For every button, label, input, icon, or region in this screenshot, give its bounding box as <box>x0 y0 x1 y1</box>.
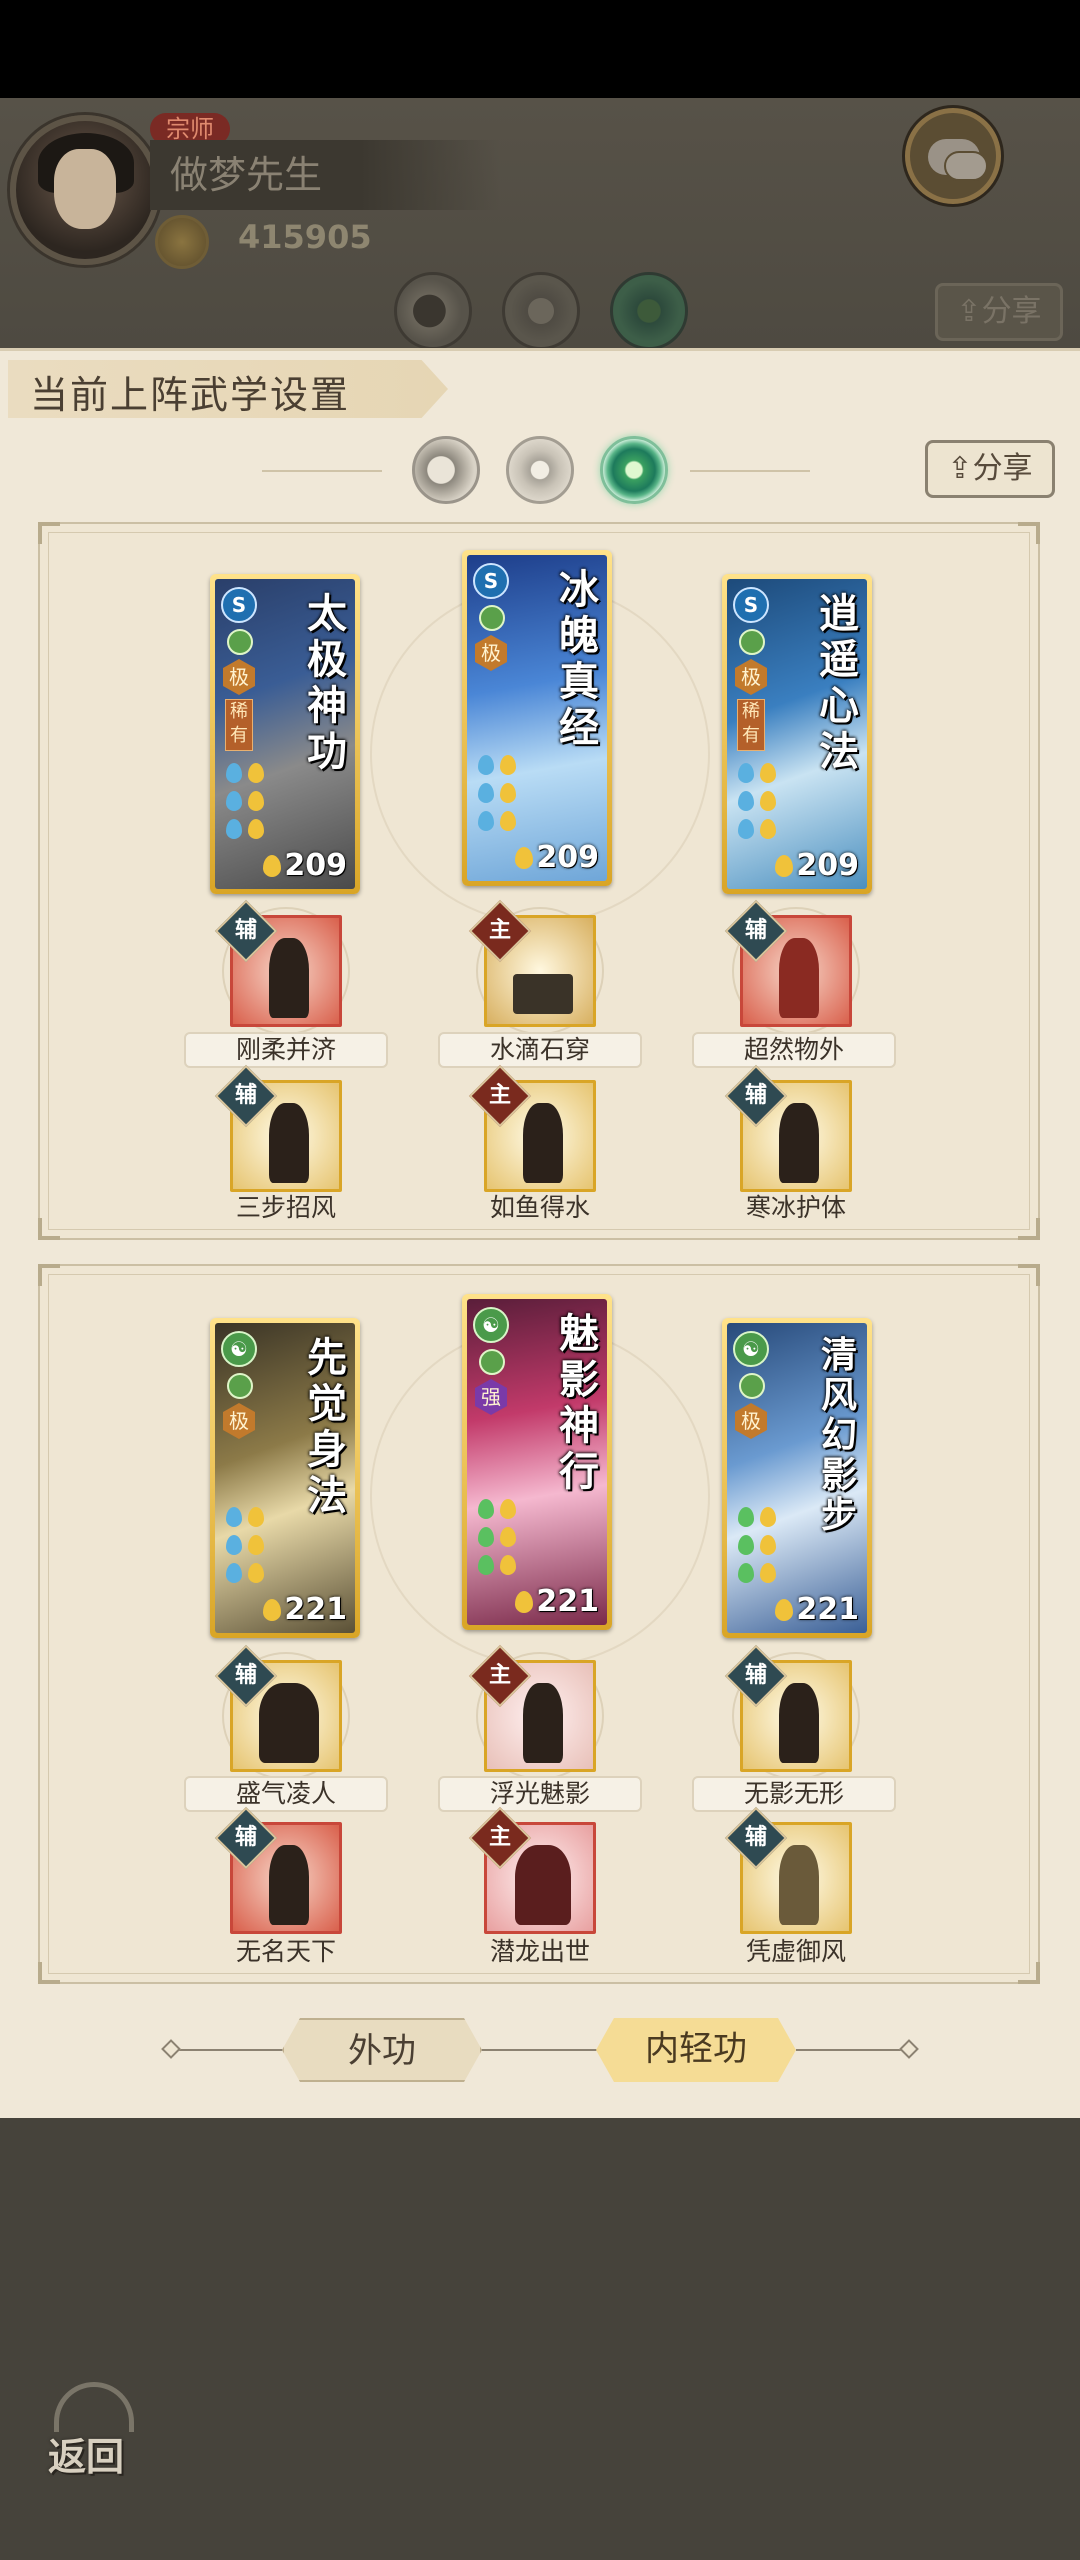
skill-icon-11[interactable]: 主 <box>468 1806 596 1934</box>
level-pips <box>735 1505 795 1589</box>
skill-icon-4[interactable]: 辅 <box>214 1064 342 1192</box>
class-icon <box>739 1373 765 1399</box>
school-sigil-icon: ☯ <box>221 1331 257 1367</box>
school-sigil-icon: S <box>473 563 509 599</box>
school-sigil-icon: S <box>221 587 257 623</box>
skill-icon-8[interactable]: 主 <box>468 1644 604 1780</box>
skill-label: 盛气凌人 <box>184 1776 388 1812</box>
skill-icon-5[interactable]: 主 <box>468 1064 596 1192</box>
card-level: 221 <box>284 1592 347 1627</box>
skill-label: 潜龙出世 <box>489 1937 590 1966</box>
card-title: 清风幻影步 <box>820 1334 857 1536</box>
card-level: 209 <box>796 848 859 883</box>
skill-label: 三步招风 <box>235 1193 336 1222</box>
level-pips <box>223 761 283 845</box>
sun-tab-icon[interactable] <box>506 436 574 504</box>
skill-label: 无影无形 <box>692 1776 896 1812</box>
drop-icon <box>775 855 793 877</box>
skill-icon-9[interactable]: 辅 <box>724 1644 860 1780</box>
martial-card-5[interactable]: ☯ 强 魅影神行 221 <box>462 1294 612 1630</box>
moon-icon-dim[interactable] <box>394 272 472 350</box>
sun-icon-dim[interactable] <box>502 272 580 350</box>
drop-icon <box>775 1599 793 1621</box>
class-icon <box>479 605 505 631</box>
drop-icon <box>515 1591 533 1613</box>
school-sigil-icon: S <box>733 587 769 623</box>
skill-icon-1[interactable]: 辅 <box>214 899 350 1035</box>
jade-tab-icon-selected[interactable] <box>600 436 668 504</box>
card-title: 太极神功 <box>307 590 347 775</box>
drop-icon <box>515 847 533 869</box>
skill-label: 凭虚御风 <box>745 1937 846 1966</box>
skill-icon-10[interactable]: 辅 <box>214 1806 342 1934</box>
skill-label: 如鱼得水 <box>489 1193 590 1222</box>
card-title: 逍遥心法 <box>819 590 859 775</box>
tab-external[interactable]: 外功 <box>282 2018 482 2082</box>
level-pips <box>735 761 795 845</box>
class-icon <box>739 629 765 655</box>
rarity-badge: 稀有 <box>737 699 765 751</box>
skill-icon-6[interactable]: 辅 <box>724 1064 852 1192</box>
drop-icon <box>263 1599 281 1621</box>
drop-icon <box>263 855 281 877</box>
skill-icon-3[interactable]: 辅 <box>724 899 860 1035</box>
skill-label: 寒冰护体 <box>745 1193 846 1222</box>
back-button[interactable]: 返回 <box>40 2370 150 2480</box>
card-level: 209 <box>536 840 599 875</box>
martial-card-6[interactable]: ☯ 极 清风幻影步 221 <box>722 1318 872 1638</box>
player-avatar[interactable] <box>10 115 160 265</box>
card-title: 冰魄真经 <box>559 566 599 751</box>
jade-icon-dim[interactable] <box>610 272 688 350</box>
coin-icon <box>155 215 209 269</box>
card-level: 221 <box>536 1584 599 1619</box>
skill-label: 水滴石穿 <box>438 1032 642 1068</box>
skill-icon-2[interactable]: 主 <box>468 899 604 1035</box>
class-icon <box>227 629 253 655</box>
card-title: 魅影神行 <box>559 1310 599 1495</box>
level-pips <box>475 753 535 837</box>
grade-badge: 极 <box>223 659 255 695</box>
share-icon: ⇪ <box>956 294 982 329</box>
school-sigil-icon: ☯ <box>473 1307 509 1343</box>
grade-badge: 极 <box>475 635 507 671</box>
player-name: 做梦先生 <box>150 140 500 210</box>
rarity-badge: 稀有 <box>225 699 253 751</box>
skill-icon-12[interactable]: 辅 <box>724 1806 852 1934</box>
share-button-dim[interactable]: ⇪分享 <box>935 283 1063 341</box>
grade-badge: 极 <box>735 1403 767 1439</box>
skill-label: 浮光魅影 <box>438 1776 642 1812</box>
grade-badge: 极 <box>223 1403 255 1439</box>
status-bar <box>0 0 1080 98</box>
class-icon <box>227 1373 253 1399</box>
grade-badge: 强 <box>475 1379 507 1415</box>
card-level: 221 <box>796 1592 859 1627</box>
level-pips <box>475 1497 535 1581</box>
class-icon <box>479 1349 505 1375</box>
share-button[interactable]: ⇪分享 <box>925 440 1055 498</box>
card-level: 209 <box>284 848 347 883</box>
tab-internal[interactable]: 内轻功 <box>596 2018 796 2082</box>
back-arrow-icon <box>54 2382 134 2432</box>
skill-label: 超然物外 <box>692 1032 896 1068</box>
card-title: 先觉身法 <box>307 1334 347 1519</box>
share-icon: ⇪ <box>947 451 973 486</box>
panel-title: 当前上阵武学设置 <box>30 373 351 417</box>
martial-card-4[interactable]: ☯ 极 先觉身法 221 <box>210 1318 360 1638</box>
skill-icon-7[interactable]: 辅 <box>214 1644 350 1780</box>
martial-card-3[interactable]: S 极 稀有 逍遥心法 209 <box>722 574 872 894</box>
coin-value: 415905 <box>238 218 372 256</box>
level-pips <box>223 1505 283 1589</box>
grade-badge: 极 <box>735 659 767 695</box>
chat-button[interactable] <box>905 108 1001 204</box>
moon-tab-icon[interactable] <box>412 436 480 504</box>
martial-card-1[interactable]: S 极 稀有 太极神功 209 <box>210 574 360 894</box>
martial-card-2[interactable]: S 极 冰魄真经 209 <box>462 550 612 886</box>
bottom-background <box>0 2118 1080 2560</box>
school-sigil-icon: ☯ <box>733 1331 769 1367</box>
skill-label: 无名天下 <box>235 1937 336 1966</box>
skill-label: 刚柔并济 <box>184 1032 388 1068</box>
